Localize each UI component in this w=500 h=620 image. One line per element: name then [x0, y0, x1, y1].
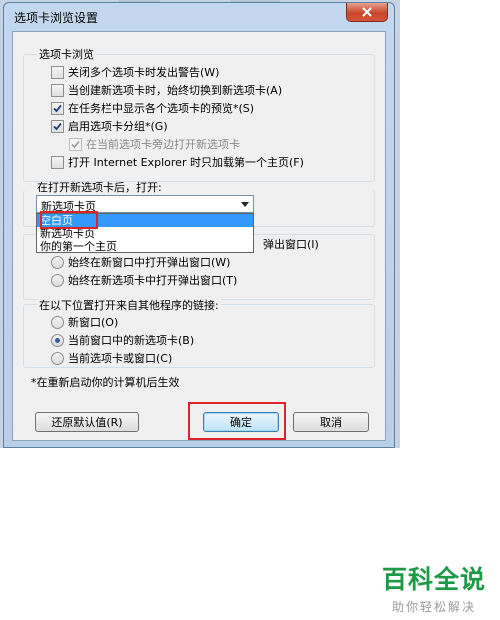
option-link-current[interactable]: 当前选项卡或窗口(C): [51, 350, 172, 366]
option-label: 当前选项卡或窗口(C): [68, 352, 173, 365]
option-label: 启用选项卡分组*(G): [68, 120, 168, 133]
radio-link-new-tab[interactable]: [51, 333, 64, 347]
links-legend: 在以下位置打开来自其他程序的链接:: [37, 297, 221, 313]
option-label: 当前窗口中的新选项卡(B): [68, 334, 195, 347]
dialog-title: 选项卡浏览设置: [14, 11, 99, 25]
watermark-brand: 百科全说: [381, 565, 486, 594]
option-label: 打开 Internet Explorer 时只加载第一个主页(F): [68, 156, 304, 169]
radio-link-new-window[interactable]: [51, 315, 64, 329]
option-label: 在任务栏中显示各个选项卡的预览*(S): [68, 102, 255, 115]
watermark-logo: 百科全说 助你轻松解决: [382, 560, 486, 615]
close-icon: [362, 7, 372, 17]
dropdown-option-first-homepage[interactable]: 你的第一个主页: [37, 240, 253, 253]
option-popup-new-tab[interactable]: 始终在新选项卡中打开弹出窗口(T): [51, 272, 237, 288]
checkbox-taskbar-preview[interactable]: [51, 101, 64, 115]
option-open-next-to-current: 在当前选项卡旁边打开新选项卡: [69, 136, 240, 152]
option-link-new-tab[interactable]: 当前窗口中的新选项卡(B): [51, 332, 194, 348]
restore-defaults-button[interactable]: 还原默认值(R): [35, 412, 139, 432]
chevron-down-icon: [241, 202, 249, 207]
option-label: 关闭多个选项卡时发出警告(W): [68, 66, 220, 79]
cancel-button[interactable]: 取消: [293, 412, 369, 432]
option-label: 在当前选项卡旁边打开新选项卡: [86, 138, 240, 151]
option-popup-let-ie-decide[interactable]: 弹出窗口(I): [257, 236, 319, 252]
tab-browsing-legend: 选项卡浏览: [37, 46, 96, 62]
watermark-slogan: 助你轻松解决: [391, 600, 476, 614]
option-label: 弹出窗口(I): [263, 238, 319, 251]
checkbox-tab-groups[interactable]: [51, 119, 64, 133]
annotation-highlight-blank-page: [40, 211, 98, 229]
restart-footnote: *在重新启动你的计算机后生效: [31, 376, 180, 389]
annotation-highlight-ok: [188, 402, 286, 440]
checkmark-icon: [53, 122, 62, 130]
option-label: 始终在新窗口中打开弹出窗口(W): [68, 256, 231, 269]
checkbox-load-first-homepage[interactable]: [51, 155, 64, 169]
checkbox-switch-new-tab[interactable]: [51, 83, 64, 97]
radio-popup-new-tab[interactable]: [51, 273, 64, 287]
option-label: 新窗口(O): [68, 316, 119, 329]
close-button[interactable]: [346, 3, 388, 22]
option-load-first-homepage[interactable]: 打开 Internet Explorer 时只加载第一个主页(F): [51, 154, 304, 170]
checkbox-open-next-to-current: [69, 137, 82, 151]
radio-link-current[interactable]: [51, 351, 64, 365]
radio-popup-new-window[interactable]: [51, 255, 64, 269]
option-label: 当创建新选项卡时，始终切换到新选项卡(A): [68, 84, 283, 97]
option-label: 始终在新选项卡中打开弹出窗口(T): [68, 274, 238, 287]
option-taskbar-preview[interactable]: 在任务栏中显示各个选项卡的预览*(S): [51, 100, 254, 116]
checkbox-warn-close[interactable]: [51, 65, 64, 79]
option-popup-new-window[interactable]: 始终在新窗口中打开弹出窗口(W): [51, 254, 230, 270]
checkmark-icon: [71, 140, 80, 148]
option-warn-close-multiple[interactable]: 关闭多个选项卡时发出警告(W): [51, 64, 219, 80]
option-tab-groups[interactable]: 启用选项卡分组*(G): [51, 118, 168, 134]
option-switch-new-tab[interactable]: 当创建新选项卡时，始终切换到新选项卡(A): [51, 82, 282, 98]
title-bar[interactable]: 选项卡浏览设置: [4, 3, 394, 29]
option-link-new-window[interactable]: 新窗口(O): [51, 314, 118, 330]
checkmark-icon: [53, 104, 62, 112]
